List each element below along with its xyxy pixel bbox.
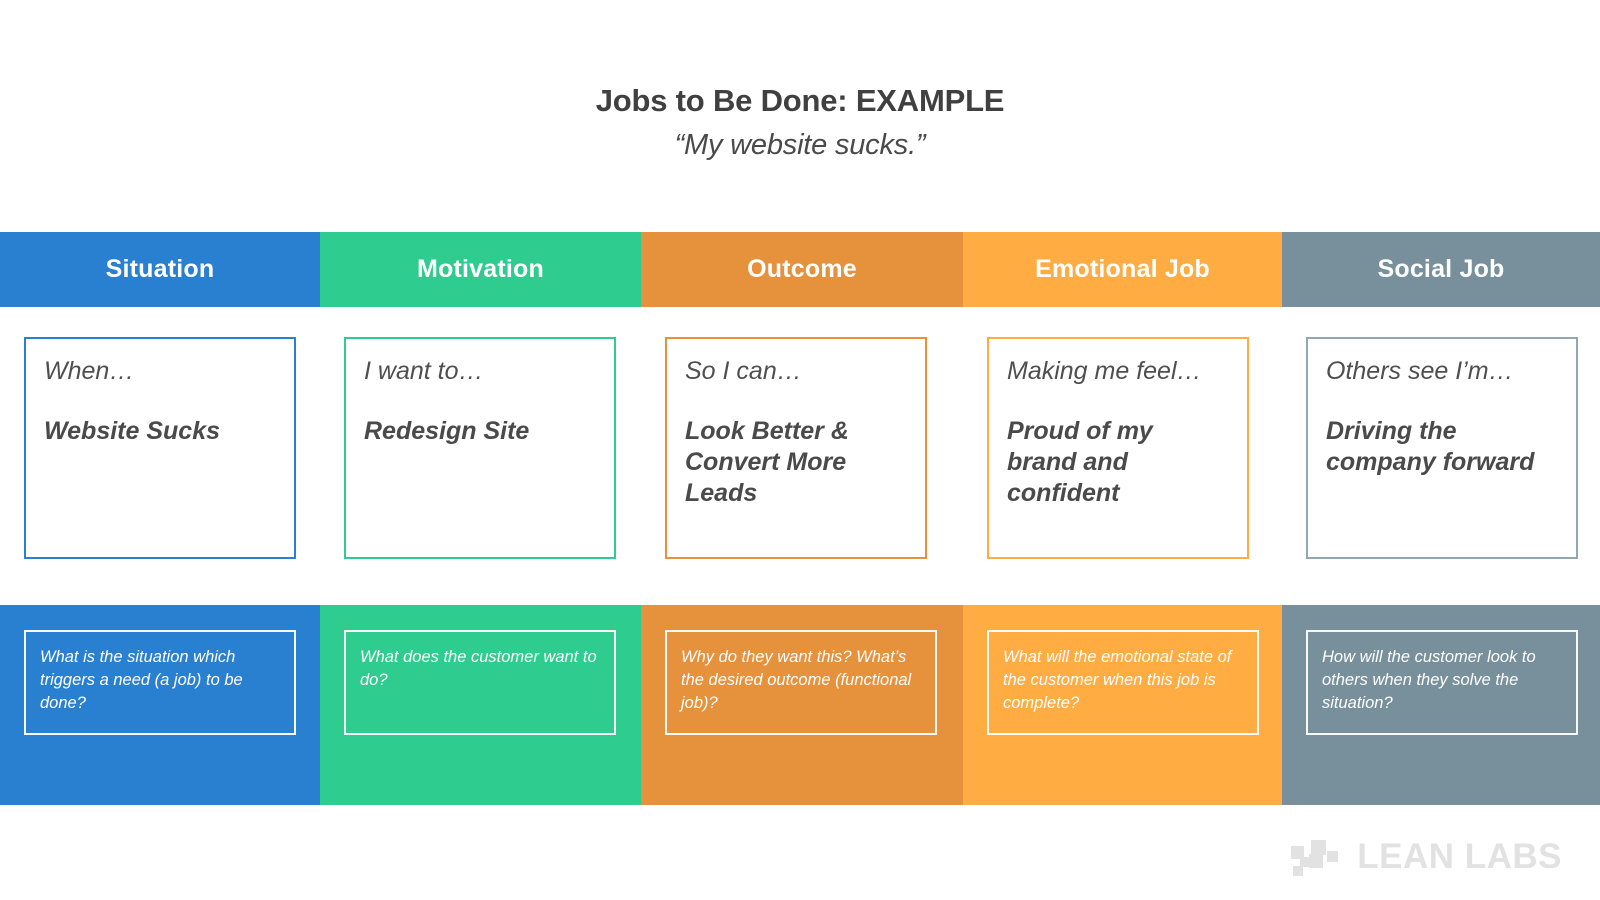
title-block: Jobs to Be Done: EXAMPLE “My website suc… (0, 82, 1600, 162)
logo-text: LEAN LABS (1357, 836, 1562, 876)
column-header-social-job: Social Job (1282, 232, 1600, 307)
column-header-band: Situation Motivation Outcome Emotional J… (0, 232, 1600, 307)
column-header-motivation: Motivation (320, 232, 641, 307)
column-header-emotional-job: Emotional Job (963, 232, 1282, 307)
card-prompt-motivation: I want to… (364, 357, 484, 385)
desc-col-outcome: Why do they want this? What’s the desire… (641, 605, 963, 805)
card-answer-outcome: Look Better & Convert More Leads (685, 416, 849, 508)
answer-card-band: When… Website Sucks I want to… Redesign … (0, 307, 1600, 605)
card-col-motivation: I want to… Redesign Site (320, 307, 641, 605)
card-prompt-social-job: Others see I’m… (1326, 357, 1514, 385)
card-col-situation: When… Website Sucks (0, 307, 320, 605)
description-social-job: How will the customer look to others whe… (1306, 630, 1578, 735)
desc-col-social: How will the customer look to others whe… (1282, 605, 1600, 805)
answer-card-situation[interactable]: When… Website Sucks (24, 337, 296, 559)
header-col-emotional: Emotional Job (963, 232, 1282, 307)
page-title: Jobs to Be Done: EXAMPLE (0, 82, 1600, 121)
answer-card-emotional-job[interactable]: Making me feel… Proud of my brand and co… (987, 337, 1249, 559)
page-subtitle: “My website sucks.” (674, 128, 926, 161)
brand-logo: LEAN LABS (1291, 836, 1562, 876)
header-col-outcome: Outcome (641, 232, 963, 307)
header-col-situation: Situation (0, 232, 320, 307)
infographic-page: Jobs to Be Done: EXAMPLE “My website suc… (0, 0, 1600, 900)
node-cluster-icon (1291, 836, 1343, 876)
card-prompt-emotional-job: Making me feel… (1007, 357, 1202, 385)
answer-card-motivation[interactable]: I want to… Redesign Site (344, 337, 616, 559)
column-header-situation: Situation (0, 232, 320, 307)
card-answer-motivation: Redesign Site (364, 416, 530, 445)
description-motivation: What does the customer want to do? (344, 630, 616, 735)
desc-col-motivation: What does the customer want to do? (320, 605, 641, 805)
desc-col-emotional: What will the emotional state of the cus… (963, 605, 1282, 805)
card-answer-social-job: Driving the company forward (1326, 416, 1535, 476)
card-col-emotional: Making me feel… Proud of my brand and co… (963, 307, 1282, 605)
answer-card-outcome[interactable]: So I can… Look Better & Convert More Lea… (665, 337, 927, 559)
card-prompt-situation: When… (44, 357, 135, 385)
card-answer-emotional-job: Proud of my brand and confident (1007, 416, 1153, 508)
header-col-motivation: Motivation (320, 232, 641, 307)
card-answer-situation: Website Sucks (44, 416, 221, 445)
description-emotional-job: What will the emotional state of the cus… (987, 630, 1259, 735)
page-title-accent: EXAMPLE (855, 83, 1005, 118)
card-col-social: Others see I’m… Driving the company forw… (1282, 307, 1600, 605)
card-col-outcome: So I can… Look Better & Convert More Lea… (641, 307, 963, 605)
description-outcome: Why do they want this? What’s the desire… (665, 630, 937, 735)
description-band: What is the situation which triggers a n… (0, 605, 1600, 805)
header-col-social: Social Job (1282, 232, 1600, 307)
desc-col-situation: What is the situation which triggers a n… (0, 605, 320, 805)
answer-card-social-job[interactable]: Others see I’m… Driving the company forw… (1306, 337, 1578, 559)
card-prompt-outcome: So I can… (685, 357, 802, 385)
column-header-outcome: Outcome (641, 232, 963, 307)
page-title-prefix: Jobs to Be Done: (595, 83, 856, 118)
description-situation: What is the situation which triggers a n… (24, 630, 296, 735)
